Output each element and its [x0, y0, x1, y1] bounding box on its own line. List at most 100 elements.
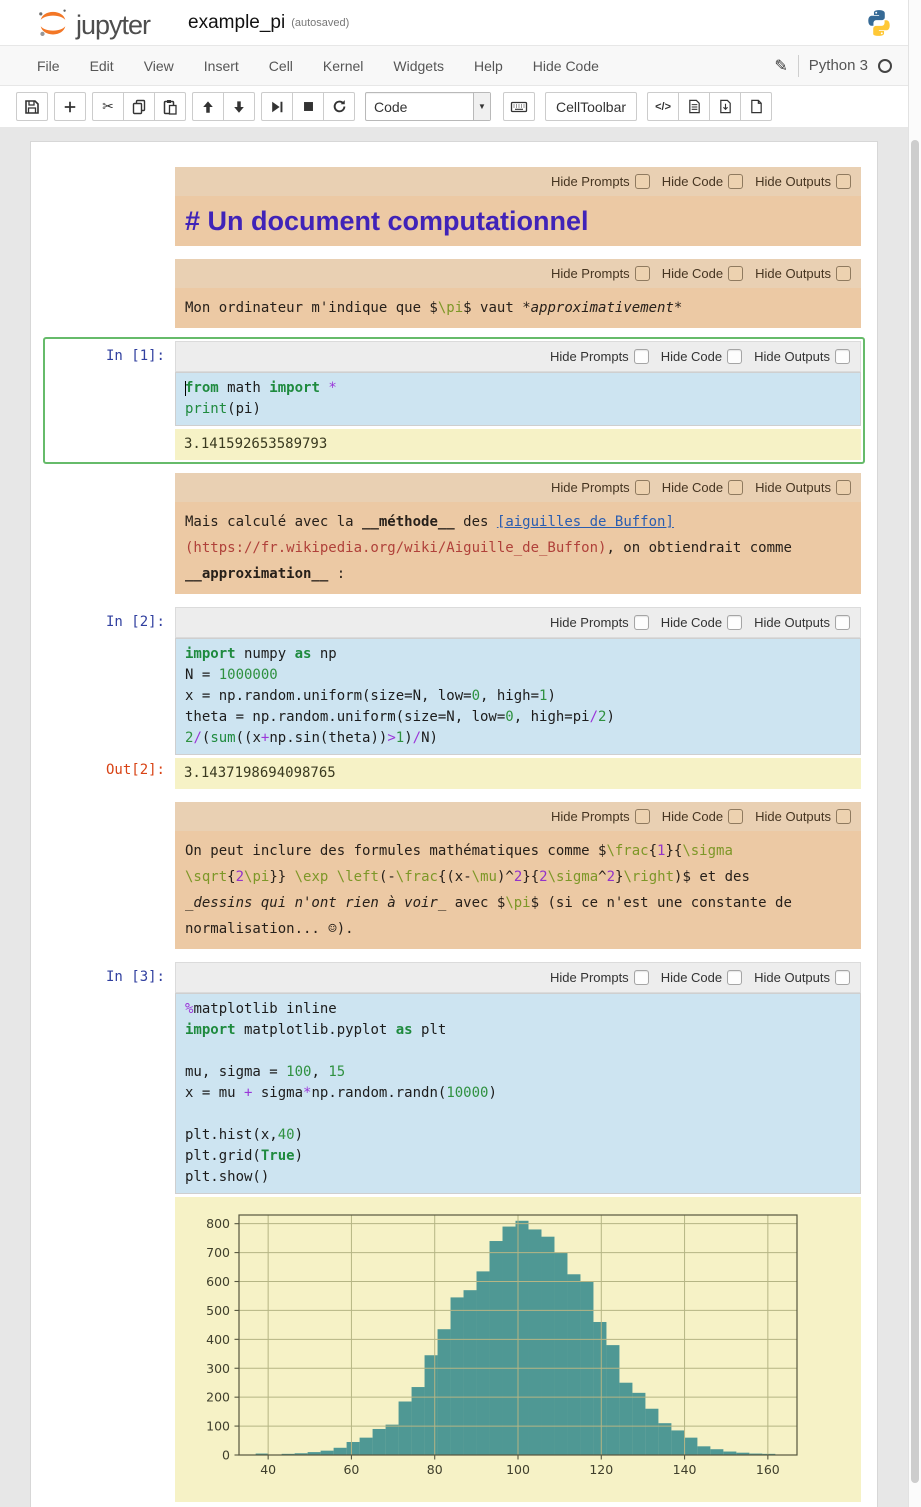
- hide-code-checkbox[interactable]: [727, 615, 742, 630]
- menu-hide-code[interactable]: Hide Code: [518, 48, 614, 84]
- save-button[interactable]: [16, 92, 48, 121]
- export-document-button[interactable]: [678, 92, 710, 121]
- hide-prompts-checkbox[interactable]: [635, 174, 650, 189]
- source-line: \sqrt{2\pi}} \exp \left(-\frac{(x-\mu)^2…: [185, 864, 851, 890]
- interrupt-kernel-button[interactable]: [292, 92, 324, 121]
- cell-output-area: 3.1437198694098765: [175, 755, 861, 789]
- hide-outputs-checkbox[interactable]: [836, 174, 851, 189]
- hide-code-checkbox[interactable]: [728, 174, 743, 189]
- run-cell-button[interactable]: [261, 92, 293, 121]
- hide-outputs-checkbox[interactable]: [835, 615, 850, 630]
- hide-code-checkbox[interactable]: [728, 480, 743, 495]
- menu-file[interactable]: File: [22, 48, 75, 84]
- svg-text:800: 800: [206, 1216, 230, 1231]
- source-line: Mais calculé avec la __méthode__ des [ai…: [185, 509, 851, 535]
- hide-code-label: Hide Code: [661, 349, 722, 364]
- toggle-code-view-button[interactable]: </>: [647, 92, 679, 121]
- page-scrollbar[interactable]: [908, 0, 921, 1507]
- hide-prompts-checkbox[interactable]: [635, 266, 650, 281]
- title-markdown-cell[interactable]: Hide PromptsHide CodeHide Outputs# Un do…: [43, 163, 865, 250]
- menu-widgets[interactable]: Widgets: [378, 48, 459, 84]
- intro-markdown-cell[interactable]: Hide PromptsHide CodeHide Outputs Mon ord…: [43, 255, 865, 332]
- cell-output-area: 3.141592653589793: [175, 426, 861, 460]
- restart-kernel-button[interactable]: [323, 92, 355, 121]
- code-editor[interactable]: import numpy as npN = 1000000x = np.rand…: [175, 638, 861, 755]
- hide-prompts-checkbox[interactable]: [635, 480, 650, 495]
- source-line: plt.grid(True): [185, 1146, 851, 1167]
- code-cell-1[interactable]: In [1]:Hide PromptsHide CodeHide Outputs…: [43, 337, 865, 464]
- hide-outputs-label: Hide Outputs: [754, 615, 830, 630]
- empty-prompt: [47, 196, 175, 246]
- source-line: On peut inclure des formules mathématiqu…: [185, 838, 851, 864]
- scrollbar-thumb[interactable]: [911, 140, 919, 1483]
- cut-button[interactable]: ✂: [92, 92, 124, 121]
- source-line: plt.hist(x,40): [185, 1125, 851, 1146]
- menu-kernel[interactable]: Kernel: [308, 48, 378, 84]
- header: jupyter example_pi (autosaved): [0, 0, 908, 46]
- restart-icon: [332, 99, 347, 114]
- hide-prompts-label: Hide Prompts: [551, 809, 630, 824]
- menu-insert[interactable]: Insert: [189, 48, 254, 84]
- cell-source-row: from math import *print(pi): [47, 372, 861, 426]
- source-line: theta = np.random.uniform(size=N, low=0,…: [185, 707, 851, 728]
- code-editor[interactable]: %matplotlib inlineimport matplotlib.pypl…: [175, 993, 861, 1194]
- hide-outputs-checkbox[interactable]: [836, 809, 851, 824]
- svg-text:60: 60: [343, 1462, 359, 1477]
- hide-outputs-checkbox[interactable]: [835, 970, 850, 985]
- svg-text:100: 100: [206, 1419, 230, 1434]
- celltoolbar-button[interactable]: CellToolbar: [545, 92, 637, 121]
- jupyter-logo[interactable]: jupyter: [36, 6, 150, 40]
- arrow-down-icon: [232, 100, 246, 114]
- insert-cell-button[interactable]: [54, 92, 86, 121]
- svg-text:120: 120: [589, 1462, 613, 1477]
- code-cell-3[interactable]: In [3]:Hide PromptsHide CodeHide Outputs…: [43, 958, 865, 1506]
- hide-code-checkbox[interactable]: [728, 809, 743, 824]
- new-page-button[interactable]: [740, 92, 772, 121]
- source-line: Mon ordinateur m'indique que $\pi$ vaut …: [185, 295, 851, 321]
- cell-toolbar-row: Hide PromptsHide CodeHide Outputs: [47, 259, 861, 288]
- command-palette-button[interactable]: [503, 92, 535, 121]
- code-cell-2[interactable]: In [2]:Hide PromptsHide CodeHide Outputs…: [43, 603, 865, 793]
- source-line: mu, sigma = 100, 15: [185, 1062, 851, 1083]
- hide-prompts-checkbox[interactable]: [634, 349, 649, 364]
- hide-outputs-checkbox[interactable]: [835, 349, 850, 364]
- cell-toolbar-area: Hide PromptsHide CodeHide Outputs: [175, 802, 861, 831]
- hide-code-checkbox[interactable]: [728, 266, 743, 281]
- cell-toolbar: Hide PromptsHide CodeHide Outputs: [175, 962, 861, 993]
- menu-view[interactable]: View: [129, 48, 189, 84]
- source-line: from math import *: [185, 378, 851, 399]
- hide-code-checkbox[interactable]: [727, 349, 742, 364]
- markdown-source[interactable]: # Un document computationnel: [175, 196, 861, 246]
- hide-outputs-checkbox[interactable]: [836, 266, 851, 281]
- cell-type-select[interactable]: Code ▼: [365, 92, 491, 121]
- copy-button[interactable]: [123, 92, 155, 121]
- source-line: x = np.random.uniform(size=N, low=0, hig…: [185, 686, 851, 707]
- formula-markdown-cell[interactable]: Hide PromptsHide CodeHide Outputs On peut…: [43, 798, 865, 953]
- notebook-container: Hide PromptsHide CodeHide Outputs# Un do…: [30, 141, 878, 1507]
- notebook-title[interactable]: example_pi: [188, 12, 285, 34]
- svg-text:160: 160: [756, 1462, 780, 1477]
- code-editor[interactable]: from math import *print(pi): [175, 372, 861, 426]
- hide-outputs-checkbox[interactable]: [836, 480, 851, 495]
- select-caret-icon: ▼: [473, 93, 490, 120]
- move-cell-up-button[interactable]: [192, 92, 224, 121]
- cell-toolbar: Hide PromptsHide CodeHide Outputs: [175, 473, 861, 502]
- menu-edit[interactable]: Edit: [75, 48, 129, 84]
- hide-code-checkbox[interactable]: [727, 970, 742, 985]
- menu-help[interactable]: Help: [459, 48, 518, 84]
- export-pdf-button[interactable]: [709, 92, 741, 121]
- source-line: import numpy as np: [185, 644, 851, 665]
- source-line: (https://fr.wikipedia.org/wiki/Aiguille_…: [185, 535, 851, 561]
- buffon-markdown-cell[interactable]: Hide PromptsHide CodeHide Outputs Mais ca…: [43, 469, 865, 598]
- markdown-source[interactable]: Mon ordinateur m'indique que $\pi$ vaut …: [175, 288, 861, 328]
- menubar: FileEditViewInsertCellKernelWidgetsHelpH…: [0, 46, 908, 86]
- source-line: import matplotlib.pyplot as plt: [185, 1020, 851, 1041]
- markdown-source[interactable]: On peut inclure des formules mathématiqu…: [175, 831, 861, 949]
- paste-button[interactable]: [154, 92, 186, 121]
- markdown-source[interactable]: Mais calculé avec la __méthode__ des [ai…: [175, 502, 861, 594]
- hide-prompts-checkbox[interactable]: [634, 970, 649, 985]
- move-cell-down-button[interactable]: [223, 92, 255, 121]
- hide-prompts-checkbox[interactable]: [635, 809, 650, 824]
- menu-cell[interactable]: Cell: [254, 48, 308, 84]
- hide-prompts-checkbox[interactable]: [634, 615, 649, 630]
